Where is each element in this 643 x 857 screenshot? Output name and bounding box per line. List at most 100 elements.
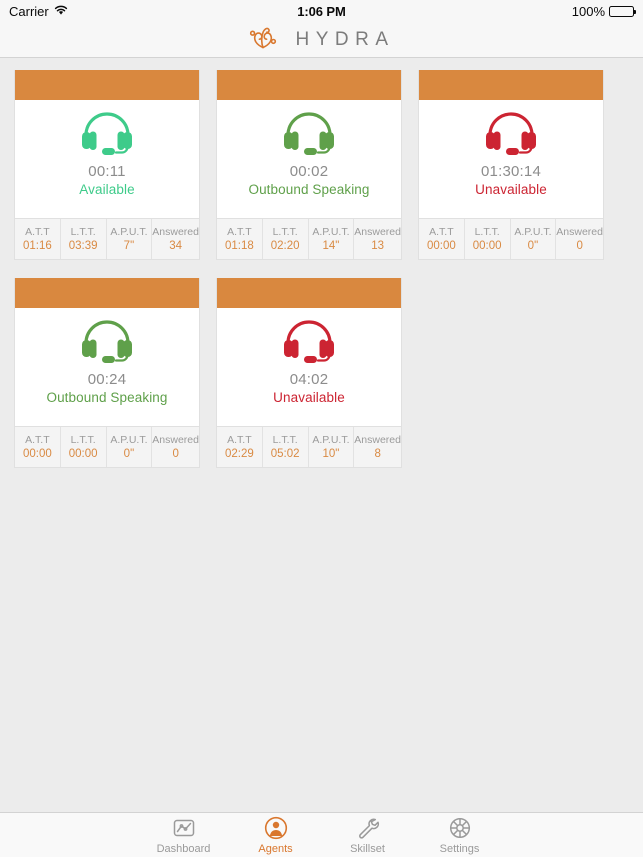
headset-icon <box>284 320 334 363</box>
tab-agents[interactable]: Agents <box>230 816 322 855</box>
agent-card-body: 01:30:14 Unavailable <box>419 100 603 218</box>
agent-stat-label: A.T.T <box>25 226 50 238</box>
agent-stat: L.T.T. 02:20 <box>263 219 309 259</box>
headset-icon <box>486 112 536 155</box>
tab-skillset[interactable]: Skillset <box>322 816 414 855</box>
agent-stat-label: Answered <box>354 226 401 238</box>
agent-stat: A.T.T 00:00 <box>419 219 465 259</box>
agent-stat: A.P.U.T. 0" <box>511 219 557 259</box>
agent-stat-value: 0" <box>123 448 135 460</box>
agent-stat-value: 14" <box>322 240 340 252</box>
agent-card[interactable]: 04:02 Unavailable A.T.T 02:29 L.T.T. 05:… <box>216 278 402 468</box>
agent-status-label: Available <box>79 182 135 197</box>
app-title: HYDRA <box>295 28 395 50</box>
gear-icon <box>449 817 470 838</box>
agent-stat: L.T.T. 03:39 <box>61 219 107 259</box>
agent-stat-label: L.T.T. <box>474 226 500 238</box>
agent-stat-label: Answered <box>354 434 401 446</box>
tab-label: Dashboard <box>156 842 211 855</box>
headset-icon <box>82 112 132 155</box>
agent-stat-label: A.P.U.T. <box>312 226 350 238</box>
agents-content-area: 00:11 Available A.T.T 01:16 L.T.T. 03:39… <box>0 58 643 812</box>
agent-timer: 00:02 <box>289 163 329 180</box>
agent-stat-value: 00:00 <box>68 448 98 460</box>
agent-stat-value: 0 <box>576 240 583 252</box>
agent-stat-label: A.P.U.T. <box>110 434 148 446</box>
agent-card[interactable]: 00:02 Outbound Speaking A.T.T 01:18 L.T.… <box>216 70 402 260</box>
agent-stat-value: 01:16 <box>22 240 52 252</box>
agent-card-body: 04:02 Unavailable <box>217 308 401 426</box>
ios-status-bar: Carrier 1:06 PM 100% <box>0 0 643 22</box>
agent-card-body: 00:11 Available <box>15 100 199 218</box>
agent-stat-label: A.T.T <box>25 434 50 446</box>
agent-timer: 00:24 <box>87 371 127 388</box>
agent-stat: A.P.U.T. 7" <box>107 219 153 259</box>
tab-settings[interactable]: Settings <box>414 816 506 855</box>
agent-stat-label: A.T.T <box>429 226 454 238</box>
agent-stat-label: Answered <box>556 226 603 238</box>
agent-card-header <box>15 278 199 308</box>
agent-stat-value: 34 <box>169 240 183 252</box>
agent-stat: A.P.U.T. 14" <box>309 219 355 259</box>
agent-stat-label: L.T.T. <box>272 434 298 446</box>
bottom-tab-bar: Dashboard Agents Skillset Settings <box>0 812 643 857</box>
agent-stat-value: 01:18 <box>224 240 254 252</box>
agent-stats-strip: A.T.T 01:16 L.T.T. 03:39 A.P.U.T. 7" Ans… <box>15 218 199 259</box>
wrench-icon <box>358 818 379 839</box>
battery-icon <box>609 5 636 17</box>
agent-stat-label: L.T.T. <box>70 226 96 238</box>
agent-stat: A.T.T 01:18 <box>217 219 263 259</box>
agent-stat-label: Answered <box>152 226 199 238</box>
agent-stat: Answered 13 <box>354 219 401 259</box>
agent-card[interactable]: 00:11 Available A.T.T 01:16 L.T.T. 03:39… <box>14 70 200 260</box>
agent-card-header <box>15 70 199 100</box>
agent-stat-value: 0 <box>172 448 179 460</box>
agent-stat-value: 00:00 <box>22 448 52 460</box>
agent-stat-value: 03:39 <box>68 240 98 252</box>
agent-status-label: Unavailable <box>475 182 547 197</box>
hydra-lotus-logo-icon <box>248 24 278 55</box>
agent-status-label: Outbound Speaking <box>248 182 370 197</box>
agent-stat: A.P.U.T. 10" <box>309 427 355 467</box>
agent-stat: Answered 8 <box>354 427 401 467</box>
agent-stat: A.T.T 02:29 <box>217 427 263 467</box>
agent-stat-value: 00:00 <box>472 240 502 252</box>
headset-icon <box>82 320 132 363</box>
agent-stat-value: 00:00 <box>426 240 456 252</box>
agent-stat: L.T.T. 05:02 <box>263 427 309 467</box>
agent-card-body: 00:02 Outbound Speaking <box>217 100 401 218</box>
agent-stat-value: 10" <box>322 448 340 460</box>
agent-stat-value: 7" <box>123 240 135 252</box>
tab-dashboard[interactable]: Dashboard <box>138 816 230 855</box>
agent-stat: Answered 34 <box>152 219 199 259</box>
tab-label: Settings <box>439 842 480 855</box>
agent-stat-label: Answered <box>152 434 199 446</box>
agent-status-label: Unavailable <box>273 390 345 405</box>
agent-stat-label: A.P.U.T. <box>514 226 552 238</box>
tab-label: Skillset <box>350 842 385 855</box>
agent-card-grid: 00:11 Available A.T.T 01:16 L.T.T. 03:39… <box>14 70 629 468</box>
agent-stat-label: A.P.U.T. <box>110 226 148 238</box>
agent-status-label: Outbound Speaking <box>46 390 168 405</box>
status-bar-time: 1:06 PM <box>297 3 346 19</box>
agent-stat-label: A.P.U.T. <box>312 434 350 446</box>
agent-stats-strip: A.T.T 00:00 L.T.T. 00:00 A.P.U.T. 0" Ans… <box>15 426 199 467</box>
agent-card-header <box>419 70 603 100</box>
agent-card[interactable]: 00:24 Outbound Speaking A.T.T 00:00 L.T.… <box>14 278 200 468</box>
agent-card[interactable]: 01:30:14 Unavailable A.T.T 00:00 L.T.T. … <box>418 70 604 260</box>
agent-stat: A.P.U.T. 0" <box>107 427 153 467</box>
agent-card-header <box>217 70 401 100</box>
app-navbar: HYDRA <box>0 22 643 58</box>
agent-stat-label: A.T.T <box>227 226 252 238</box>
agent-stat: A.T.T 00:00 <box>15 427 61 467</box>
agent-stat-label: L.T.T. <box>70 434 96 446</box>
agent-stat-value: 05:02 <box>270 448 300 460</box>
agent-stat: Answered 0 <box>556 219 603 259</box>
headset-icon <box>284 112 334 155</box>
agent-timer: 01:30:14 <box>481 163 541 180</box>
agent-stat-label: L.T.T. <box>272 226 298 238</box>
agent-stats-strip: A.T.T 00:00 L.T.T. 00:00 A.P.U.T. 0" Ans… <box>419 218 603 259</box>
agent-stat: A.T.T 01:16 <box>15 219 61 259</box>
agent-card-header <box>217 278 401 308</box>
agent-stat-value: 8 <box>374 448 381 460</box>
